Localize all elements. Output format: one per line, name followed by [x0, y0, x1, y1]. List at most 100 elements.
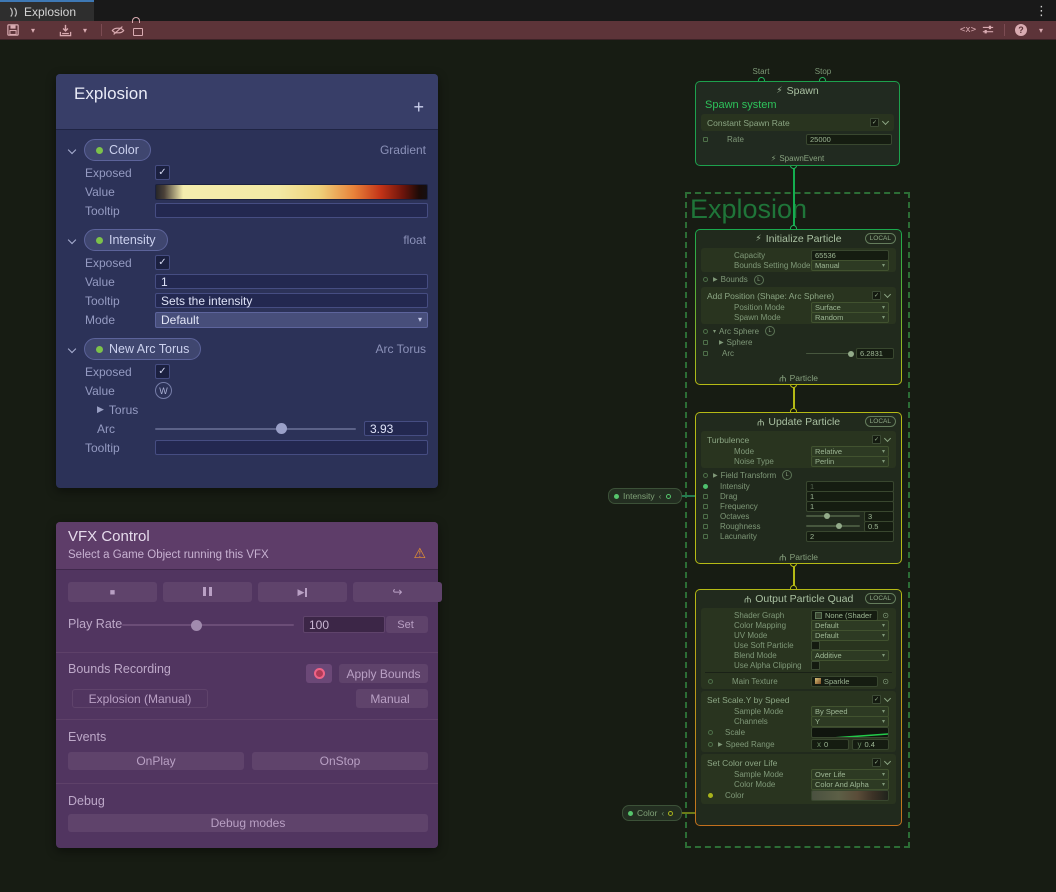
field-transform-port[interactable]	[703, 473, 708, 478]
collapse-icon[interactable]: ‹	[661, 808, 664, 818]
intensity-parameter-node[interactable]: Intensity ‹	[608, 488, 682, 504]
collapse-icon[interactable]: ‹	[659, 491, 662, 501]
block-enabled-checkbox[interactable]: ✓	[872, 435, 881, 444]
onplay-button[interactable]: OnPlay	[68, 752, 244, 770]
play-rate-slider[interactable]	[122, 624, 294, 626]
update-particle-node[interactable]: Ψ Update Particle LOCAL Turbulence ✓ Mod…	[695, 412, 902, 564]
output-particle-quad-node[interactable]: Ψ Output Particle Quad LOCAL Shader Grap…	[695, 589, 902, 826]
arc-sphere-port[interactable]	[703, 329, 708, 334]
color-port-connected[interactable]	[708, 793, 713, 798]
onstop-button[interactable]: OnStop	[252, 752, 428, 770]
intensity-port-connected[interactable]	[703, 484, 708, 489]
save-button[interactable]	[4, 22, 22, 38]
speed-range-y-field[interactable]: y0.4	[852, 739, 890, 750]
block-enabled-checkbox[interactable]: ✓	[872, 758, 881, 767]
color-gradient-field[interactable]	[811, 790, 889, 801]
block-enabled-checkbox[interactable]: ✓	[872, 291, 881, 300]
set-play-rate-button[interactable]: Set	[386, 616, 428, 633]
foldout-open-icon[interactable]: ▾	[713, 328, 716, 335]
save-as-button[interactable]	[56, 22, 74, 38]
slider-handle[interactable]	[848, 351, 854, 357]
exposed-checkbox[interactable]: ✓	[155, 165, 170, 180]
lacunarity-field[interactable]: 2	[806, 531, 894, 542]
tab-explosion[interactable]: Explosion	[0, 0, 94, 21]
system-name-field[interactable]: Spawn system	[696, 99, 899, 113]
arc-value-field[interactable]: 3.93	[364, 421, 428, 436]
scale-port[interactable]	[708, 730, 713, 735]
channels-dropdown[interactable]: Y▾	[811, 716, 889, 727]
toggle-blackboard-visibility-button[interactable]	[109, 22, 127, 38]
space-toggle-icon[interactable]: L	[765, 326, 775, 336]
lock-button[interactable]	[129, 22, 147, 38]
octaves-port[interactable]	[703, 514, 708, 519]
chevron-down-icon[interactable]	[68, 146, 76, 154]
frequency-port[interactable]	[703, 504, 708, 509]
slider-handle[interactable]	[191, 620, 202, 631]
block-collapse-chevron-icon[interactable]	[884, 435, 891, 442]
pause-button[interactable]	[163, 582, 252, 602]
save-as-dropdown[interactable]: ▾	[76, 22, 94, 38]
octaves-slider[interactable]	[806, 515, 860, 517]
color-parameter-node[interactable]: Color ‹	[622, 805, 682, 821]
main-texture-port[interactable]	[708, 679, 713, 684]
property-pill-color[interactable]: Color	[84, 139, 151, 161]
blackboard-header[interactable]: Explosion +	[56, 74, 438, 130]
block-collapse-chevron-icon[interactable]	[884, 695, 891, 702]
uv-mode-dropdown[interactable]: Default▾	[811, 630, 889, 641]
foldout-closed-icon[interactable]: ▶	[713, 276, 718, 283]
blend-mode-dropdown[interactable]: Additive▾	[811, 650, 889, 661]
object-picker-icon[interactable]: ⊙	[882, 677, 889, 686]
speed-range-x-field[interactable]: x0	[811, 739, 849, 750]
foldout-closed-icon[interactable]: ▶	[713, 472, 718, 479]
noise-type-dropdown[interactable]: Perlin▾	[811, 456, 889, 467]
property-color-header[interactable]: Color Gradient	[56, 137, 438, 163]
bounds-mode-dropdown[interactable]: Manual	[356, 689, 428, 708]
tooltip-field[interactable]	[155, 203, 428, 218]
object-picker-icon[interactable]: ⊙	[882, 611, 889, 620]
foldout-closed-icon[interactable]: ▶	[718, 741, 723, 748]
gradient-value-field[interactable]	[155, 184, 428, 200]
block-collapse-chevron-icon[interactable]	[884, 291, 891, 298]
slider-handle[interactable]	[276, 423, 287, 434]
rate-port[interactable]	[703, 137, 708, 142]
speed-range-port[interactable]	[708, 742, 713, 747]
sphere-port[interactable]	[703, 340, 708, 345]
spawn-context-node[interactable]: ⚡ Spawn Spawn system Constant Spawn Rate…	[695, 81, 900, 166]
restart-button[interactable]: ↪	[353, 582, 442, 602]
drag-port[interactable]	[703, 494, 708, 499]
foldout-closed-icon[interactable]: ▶	[713, 339, 724, 346]
lacunarity-port[interactable]	[703, 534, 708, 539]
arc-value-field[interactable]: 6.2831	[856, 348, 894, 359]
attach-target-button[interactable]: Explosion (Manual)	[72, 689, 208, 708]
block-collapse-chevron-icon[interactable]	[882, 118, 889, 125]
step-button[interactable]: ▶	[258, 582, 347, 602]
system-label[interactable]: Explosion	[690, 194, 807, 225]
bounds-setting-mode-dropdown[interactable]: Manual▾	[811, 260, 889, 271]
stop-button[interactable]: ■	[68, 582, 157, 602]
torus-foldout-label[interactable]: Torus	[109, 403, 138, 417]
constant-spawn-rate-block[interactable]: Constant Spawn Rate ✓	[701, 114, 894, 131]
arc-torus-tooltip-field[interactable]	[155, 440, 428, 455]
main-texture-field[interactable]: Sparkle	[811, 676, 878, 687]
intensity-mode-dropdown[interactable]: Default▾	[155, 312, 428, 328]
arc-port[interactable]	[703, 351, 708, 356]
block-enabled-checkbox[interactable]: ✓	[870, 118, 879, 127]
vfx-control-header[interactable]: VFX Control Select a Game Object running…	[56, 522, 438, 570]
spawn-mode-dropdown[interactable]: Random▾	[811, 312, 889, 323]
exposed-checkbox[interactable]: ✓	[155, 364, 170, 379]
property-intensity-header[interactable]: Intensity float	[56, 227, 438, 253]
control-panel-toggle-button[interactable]	[979, 22, 997, 38]
chevron-down-icon[interactable]	[68, 236, 76, 244]
color-mode-dropdown[interactable]: Color And Alpha▾	[811, 779, 889, 790]
property-pill-intensity[interactable]: Intensity	[84, 229, 168, 251]
color-pill-output-port[interactable]	[668, 811, 673, 816]
intensity-value-field[interactable]: 1	[155, 274, 428, 289]
debug-modes-button[interactable]: Debug modes	[68, 814, 428, 832]
use-soft-particle-checkbox[interactable]	[811, 641, 820, 650]
scale-curve-field[interactable]	[811, 727, 889, 738]
world-space-toggle-icon[interactable]: W	[155, 382, 172, 399]
roughness-slider[interactable]	[806, 525, 860, 527]
block-collapse-chevron-icon[interactable]	[884, 758, 891, 765]
roughness-port[interactable]	[703, 524, 708, 529]
space-toggle-icon[interactable]: L	[754, 275, 764, 285]
